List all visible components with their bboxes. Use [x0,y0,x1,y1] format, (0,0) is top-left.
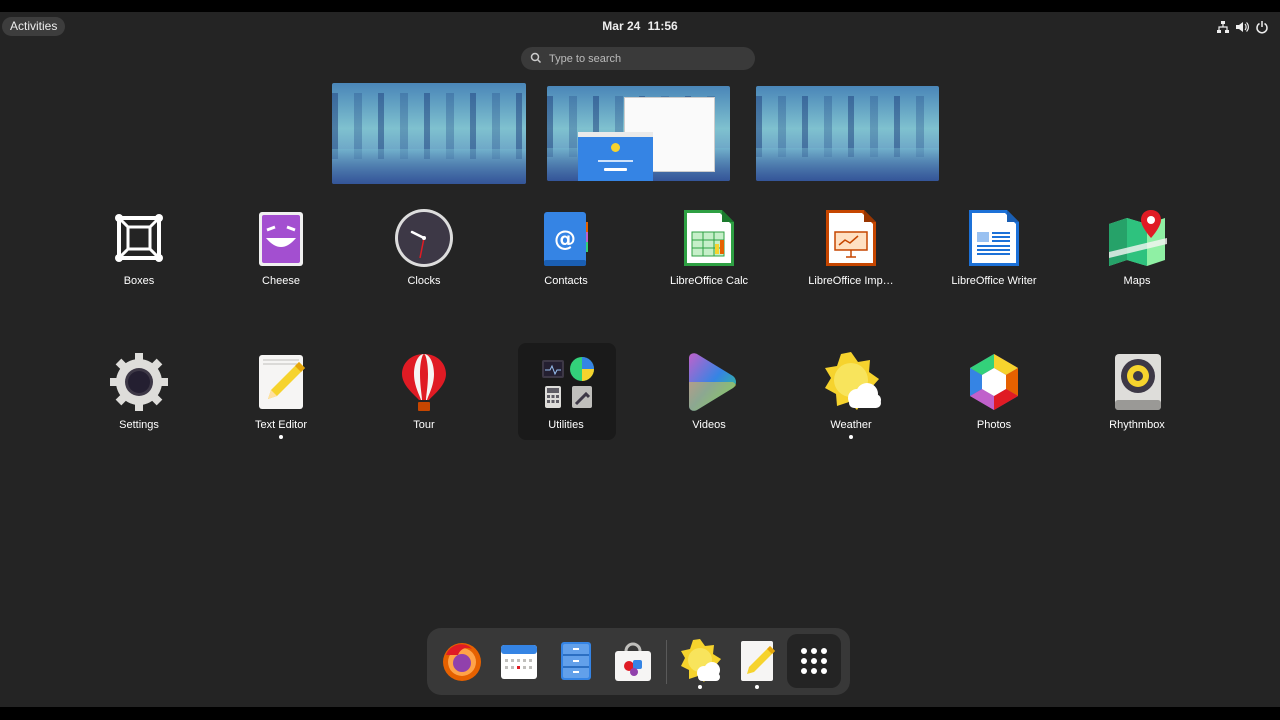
svg-text:@: @ [554,227,576,252]
app-label: Boxes [123,275,155,287]
weather-window-thumbnail[interactable] [578,132,653,181]
calendar-icon[interactable] [497,639,541,683]
app-label: Cheese [262,275,300,287]
app-label: Tour [413,419,435,431]
wallpaper [332,83,526,184]
running-indicator [849,435,853,439]
top-bar: Activities Mar 24 11:56 [0,12,1280,40]
boxes-icon [115,214,163,262]
app-label: Contacts [544,275,588,287]
utilities-folder-icon [542,357,594,408]
text-editor-icon[interactable] [735,639,779,683]
app-label: Clocks [407,275,441,287]
overview-screen: Activities Mar 24 11:56 Type to search B… [0,12,1280,707]
app-label: Rhythmbox [1109,419,1165,431]
volume-icon[interactable] [1235,20,1249,34]
firefox-icon[interactable] [440,639,484,683]
dash [427,628,850,695]
contacts-icon: @ [544,212,588,266]
clocks-icon [395,209,453,267]
weather-icon [825,352,881,410]
network-icon[interactable] [1216,20,1230,34]
cheese-icon [259,212,303,266]
maps-icon [1109,210,1167,266]
app-label: LibreOffice Calc [669,275,749,287]
workspace-thumbnail-2[interactable] [547,86,730,181]
photos-icon [970,354,1018,410]
weather-icon[interactable] [678,639,722,683]
clock-time: 11:56 [647,19,678,33]
wallpaper [756,86,939,181]
search-icon [530,52,542,64]
files-icon[interactable] [554,639,598,683]
app-label: Photos [976,419,1012,431]
running-indicator [755,685,759,689]
running-indicator [279,435,283,439]
clock-button[interactable]: Mar 24 11:56 [0,19,1280,33]
app-label: Settings [119,419,159,431]
workspace-thumbnail-3[interactable] [756,86,939,181]
libreoffice-impress-icon [826,210,876,266]
app-label: Maps [1123,275,1151,287]
search-bar[interactable] [521,47,755,70]
app-label: Utilities [548,419,584,431]
app-label: LibreOffice Writer [951,275,1037,287]
app-label: Weather [830,419,872,431]
software-icon[interactable] [611,639,655,683]
power-icon[interactable] [1255,20,1269,34]
workspace-thumbnail-1[interactable] [332,83,526,184]
show-apps-button[interactable] [787,634,841,688]
running-indicator [698,685,702,689]
text-editor-icon [259,355,305,409]
dash-separator [666,640,667,684]
settings-icon [110,353,168,411]
app-label: Videos [692,419,726,431]
rhythmbox-icon [1115,354,1161,410]
search-input[interactable] [547,49,751,69]
clock-date: Mar 24 [602,19,641,33]
libreoffice-writer-icon [969,210,1019,266]
videos-icon [689,353,736,411]
show-apps-icon [801,648,827,674]
app-label: LibreOffice Imp… [808,275,894,287]
app-label: Text Editor [255,419,307,431]
libreoffice-calc-icon [684,210,734,266]
tour-icon [402,354,446,411]
